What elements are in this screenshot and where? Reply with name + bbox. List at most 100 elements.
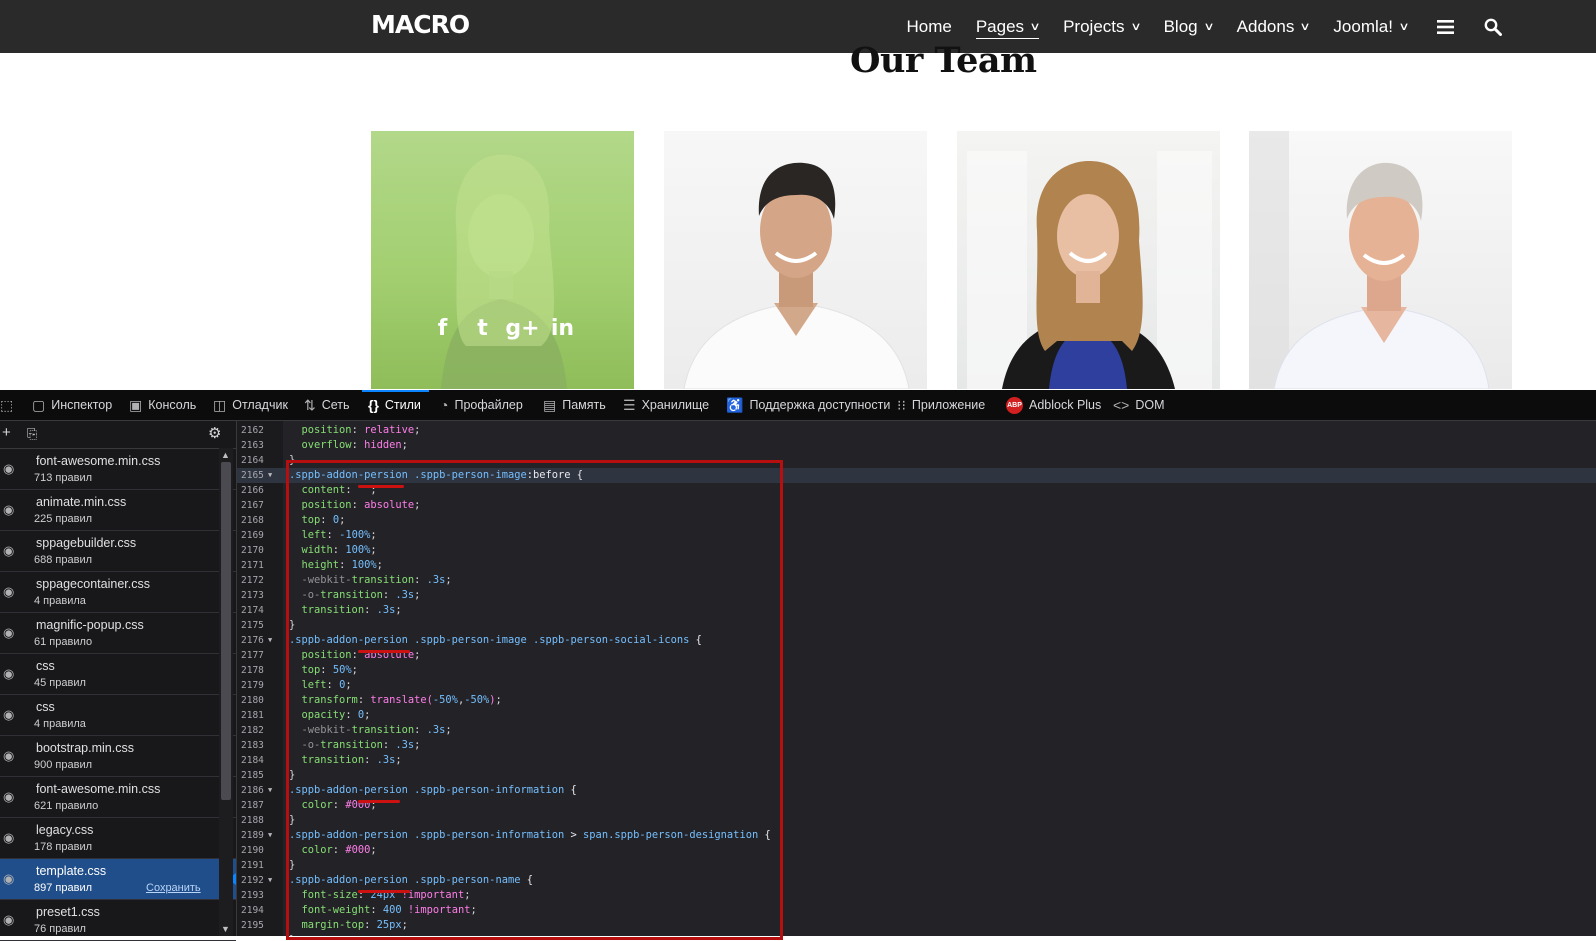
nav-item-addons[interactable]: Addons ∨ [1237, 0, 1311, 53]
code-line[interactable]: 2176 ▼ .sppb-addon-persion .sppb-person-im… [237, 633, 1596, 648]
code-line[interactable]: 2165 ▼ .sppb-addon-persion .sppb-person-im… [237, 468, 1596, 483]
tab-adblock-plus[interactable]: ABP Adblock Plus [1006, 390, 1101, 420]
facebook-icon[interactable]: f [430, 315, 456, 341]
code-line[interactable]: 2163 overflow: hidden; [237, 438, 1596, 453]
code-line[interactable]: 2191} [237, 858, 1596, 873]
scrollbar-thumb[interactable] [221, 462, 231, 800]
code-line[interactable]: 2195 margin-top: 25px; [237, 918, 1596, 933]
stylesheet-item[interactable]: ◉ sppagebuilder.css 688 правил [0, 531, 236, 572]
code-line[interactable]: 2185} [237, 768, 1596, 783]
code-line[interactable]: 2177 position: absolute; [237, 648, 1596, 663]
tab-application[interactable]: ⁝⁝ Приложение [897, 390, 985, 420]
import-stylesheet-icon[interactable]: ⎘ [27, 426, 37, 442]
eye-icon[interactable]: ◉ [3, 871, 14, 887]
element-picker-icon[interactable]: ⬚ [0, 390, 19, 420]
tab-accessibility[interactable]: ♿ Поддержка доступности [726, 390, 890, 420]
fold-arrow-icon[interactable]: ▼ [268, 468, 272, 483]
stylesheet-item[interactable]: ◉ font-awesome.min.css 713 правил [0, 449, 236, 490]
tab-profiler[interactable]: ◔ Профайлер [440, 390, 523, 420]
stylesheet-item[interactable]: ◉ sppagecontainer.css 4 правила [0, 572, 236, 613]
fold-arrow-icon[interactable]: ▼ [268, 828, 272, 843]
code-line[interactable]: 2181 opacity: 0; [237, 708, 1596, 723]
site-logo[interactable]: MACRO [371, 10, 470, 39]
code-token: { [564, 784, 577, 796]
tab-inspector[interactable]: ▢ Инспектор [32, 390, 112, 420]
stylesheet-item[interactable]: ◉ animate.min.css 225 правил [0, 490, 236, 531]
stylesheet-item[interactable]: ◉ preset1.css 76 правил [0, 900, 236, 941]
code-line[interactable]: 2173 -o-transition: .3s; [237, 588, 1596, 603]
sidebar-scrollbar[interactable]: ▲ ▼ [219, 448, 233, 936]
gear-icon[interactable]: ⚙ [208, 424, 221, 442]
team-member-card[interactable] [1249, 131, 1512, 389]
fold-arrow-icon[interactable]: ▼ [268, 783, 272, 798]
code-line[interactable]: 2180 transform: translate(-50%,-50%); [237, 693, 1596, 708]
twitter-icon[interactable]: t [470, 315, 496, 341]
code-line[interactable]: 2189 ▼ .sppb-addon-persion .sppb-person-in… [237, 828, 1596, 843]
stylesheet-item[interactable]: ◉ template.css 897 правил Сохранить [0, 859, 236, 900]
stylesheet-item[interactable]: ◉ css 4 правила [0, 695, 236, 736]
save-link[interactable]: Сохранить [146, 882, 201, 894]
stylesheet-item[interactable]: ◉ font-awesome.min.css 621 правило [0, 777, 236, 818]
code-line[interactable]: 2166 content: ""; [237, 483, 1596, 498]
team-member-card[interactable]: f t g+ in [371, 131, 634, 389]
code-line[interactable]: 2175} [237, 618, 1596, 633]
stylesheet-item[interactable]: ◉ magnific-popup.css 61 правило [0, 613, 236, 654]
google-plus-icon[interactable]: g+ [505, 315, 539, 341]
linkedin-icon[interactable]: in [550, 315, 576, 341]
code-line[interactable]: 2184 transition: .3s; [237, 753, 1596, 768]
new-stylesheet-icon[interactable]: + [2, 424, 11, 441]
eye-icon[interactable]: ◉ [3, 789, 14, 805]
code-line[interactable]: 2182 -webkit-transition: .3s; [237, 723, 1596, 738]
fold-arrow-icon[interactable]: ▼ [268, 873, 272, 888]
code-token: ; [401, 919, 408, 931]
eye-icon[interactable]: ◉ [3, 543, 14, 559]
team-member-card[interactable] [957, 131, 1220, 389]
hamburger-menu-icon[interactable] [1434, 16, 1456, 38]
code-line[interactable]: 2168 top: 0; [237, 513, 1596, 528]
eye-icon[interactable]: ◉ [3, 707, 14, 723]
nav-item-joomla[interactable]: Joomla! ∨ [1333, 0, 1409, 53]
stylesheet-item[interactable]: ◉ css 45 правил [0, 654, 236, 695]
tab-dom[interactable]: <> DOM [1113, 390, 1165, 420]
stylesheet-item[interactable]: ◉ bootstrap.min.css 900 правил [0, 736, 236, 777]
eye-icon[interactable]: ◉ [3, 584, 14, 600]
code-line[interactable]: 2183 -o-transition: .3s; [237, 738, 1596, 753]
eye-icon[interactable]: ◉ [3, 912, 14, 928]
tab-style-editor[interactable]: {} Стили [362, 390, 429, 420]
eye-icon[interactable]: ◉ [3, 666, 14, 682]
stylesheet-item[interactable]: ◉ legacy.css 178 правил [0, 818, 236, 859]
code-line[interactable]: 2190 color: #000; [237, 843, 1596, 858]
code-line[interactable]: 2194 font-weight: 400 !important; [237, 903, 1596, 918]
code-line[interactable]: 2169 left: -100%; [237, 528, 1596, 543]
tab-memory[interactable]: ▤ Память [543, 390, 606, 420]
tab-network[interactable]: ⇅ Сеть [304, 390, 350, 420]
code-line[interactable]: 2174 transition: .3s; [237, 603, 1596, 618]
nav-item-blog[interactable]: Blog ∨ [1164, 0, 1215, 53]
eye-icon[interactable]: ◉ [3, 461, 14, 477]
code-line[interactable]: 2167 position: absolute; [237, 498, 1596, 513]
tab-console[interactable]: ▣ Консоль [129, 390, 196, 420]
code-line[interactable]: 2172 -webkit-transition: .3s; [237, 573, 1596, 588]
tab-storage[interactable]: ☰ Хранилище [623, 390, 709, 420]
tab-debugger[interactable]: ◫ Отладчик [213, 390, 288, 420]
code-line[interactable]: 2188} [237, 813, 1596, 828]
team-member-card[interactable] [664, 131, 927, 389]
code-line[interactable]: 2193 font-size: 24px !important; [237, 888, 1596, 903]
code-line[interactable]: 2171 height: 100%; [237, 558, 1596, 573]
eye-icon[interactable]: ◉ [3, 502, 14, 518]
eye-icon[interactable]: ◉ [3, 830, 14, 846]
fold-arrow-icon[interactable]: ▼ [268, 633, 272, 648]
nav-item-projects[interactable]: Projects ∨ [1063, 0, 1141, 53]
code-line[interactable]: 2170 width: 100%; [237, 543, 1596, 558]
eye-icon[interactable]: ◉ [3, 748, 14, 764]
eye-icon[interactable]: ◉ [3, 625, 14, 641]
search-icon[interactable] [1482, 16, 1504, 38]
code-line[interactable]: 2192 ▼ .sppb-addon-persion .sppb-person-na… [237, 873, 1596, 888]
code-line[interactable]: 2178 top: 50%; [237, 663, 1596, 678]
code-line[interactable]: 2186 ▼ .sppb-addon-persion .sppb-person-in… [237, 783, 1596, 798]
code-line[interactable]: 2187 color: #000; [237, 798, 1596, 813]
css-code-editor[interactable]: 2162 position: relative; 2163 overflow: h… [237, 421, 1596, 936]
code-line[interactable]: 2164} [237, 453, 1596, 468]
code-line[interactable]: 2162 position: relative; [237, 423, 1596, 438]
code-line[interactable]: 2179 left: 0; [237, 678, 1596, 693]
